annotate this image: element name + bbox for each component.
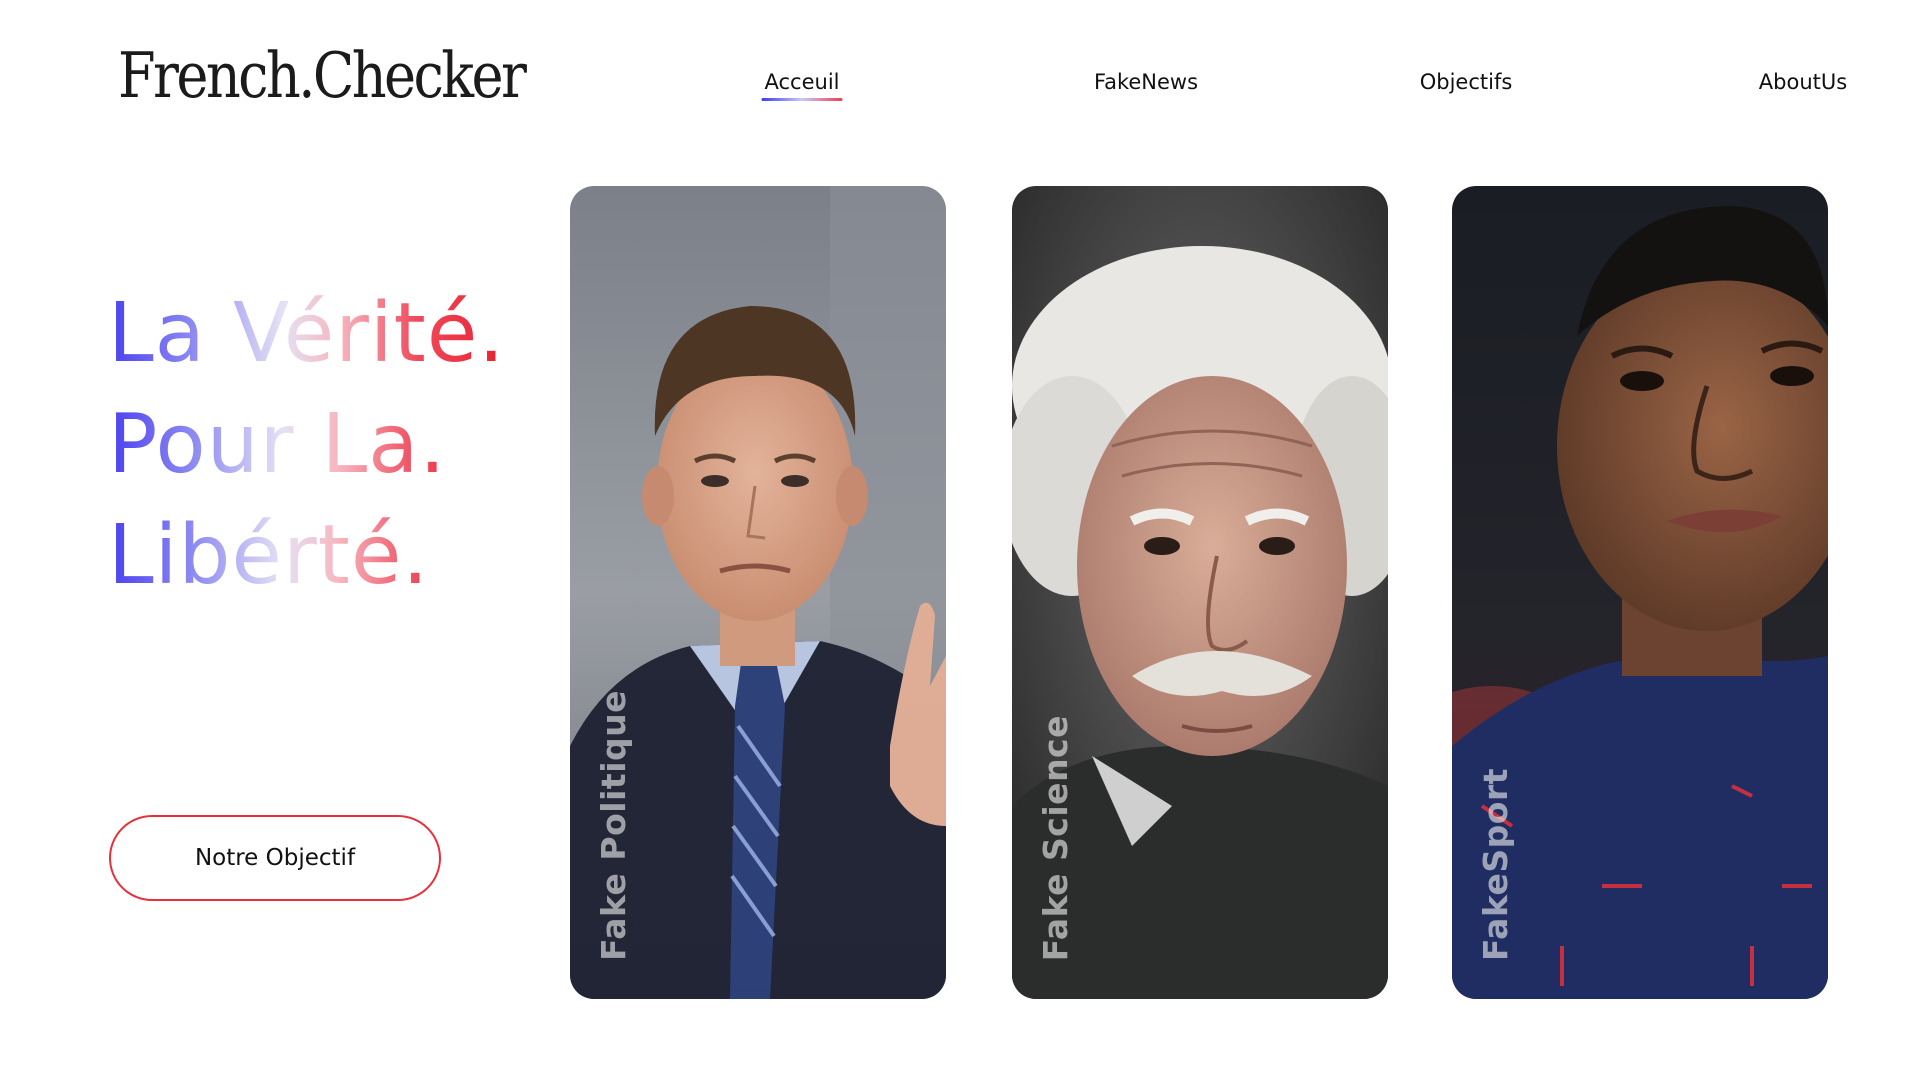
notre-objectif-button[interactable]: Notre Objectif [109,815,441,901]
site-logo[interactable]: French.Checker [118,38,527,114]
card-fakesport[interactable]: FakeSport [1452,186,1828,999]
nav-link-aboutus[interactable]: AboutUs [1759,68,1847,96]
page: French.Checker Acceuil FakeNews Objectif… [0,0,1920,1080]
hero-line-verite: La Vérité. [108,278,505,389]
card-label-fake-science: Fake Science [1036,714,1075,961]
card-label-fake-politique: Fake Politique [594,690,633,961]
hero-heading: La Vérité. Pour La. Libérté. [108,278,505,611]
card-label-fakesport: FakeSport [1476,768,1515,961]
nav-link-objectifs[interactable]: Objectifs [1420,68,1513,96]
hero-line-pour-la: Pour La. [108,389,505,500]
hero-line-liberte: Libérté. [108,500,505,611]
nav-link-acceuil[interactable]: Acceuil [761,68,843,101]
card-fake-politique[interactable]: Fake Politique [570,186,946,999]
card-fake-science[interactable]: Fake Science [1012,186,1388,999]
nav-link-fakenews[interactable]: FakeNews [1094,68,1198,96]
